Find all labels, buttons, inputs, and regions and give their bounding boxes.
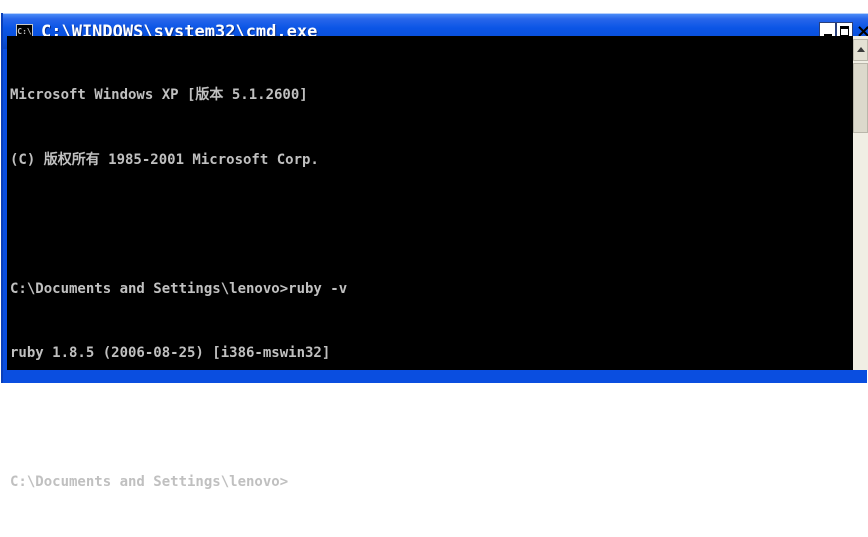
console-line: ruby 1.8.5 (2006-08-25) [i386-mswin32] bbox=[10, 345, 331, 361]
scroll-thumb[interactable] bbox=[853, 63, 868, 133]
console-text: Microsoft Windows XP [版本 5.1.2600] (C) 版… bbox=[10, 42, 347, 537]
vertical-scrollbar[interactable] bbox=[853, 36, 868, 370]
console-prompt: C:\Documents and Settings\lenovo> bbox=[10, 474, 289, 490]
console-output[interactable]: Microsoft Windows XP [版本 5.1.2600] (C) 版… bbox=[7, 36, 853, 490]
console-line: (C) 版权所有 1985-2001 Microsoft Corp. bbox=[10, 151, 319, 168]
scroll-up-arrow-icon[interactable] bbox=[853, 39, 868, 61]
console-line: C:\Documents and Settings\lenovo>ruby -v bbox=[10, 280, 348, 297]
console-line: Microsoft Windows XP [版本 5.1.2600] bbox=[10, 87, 308, 103]
